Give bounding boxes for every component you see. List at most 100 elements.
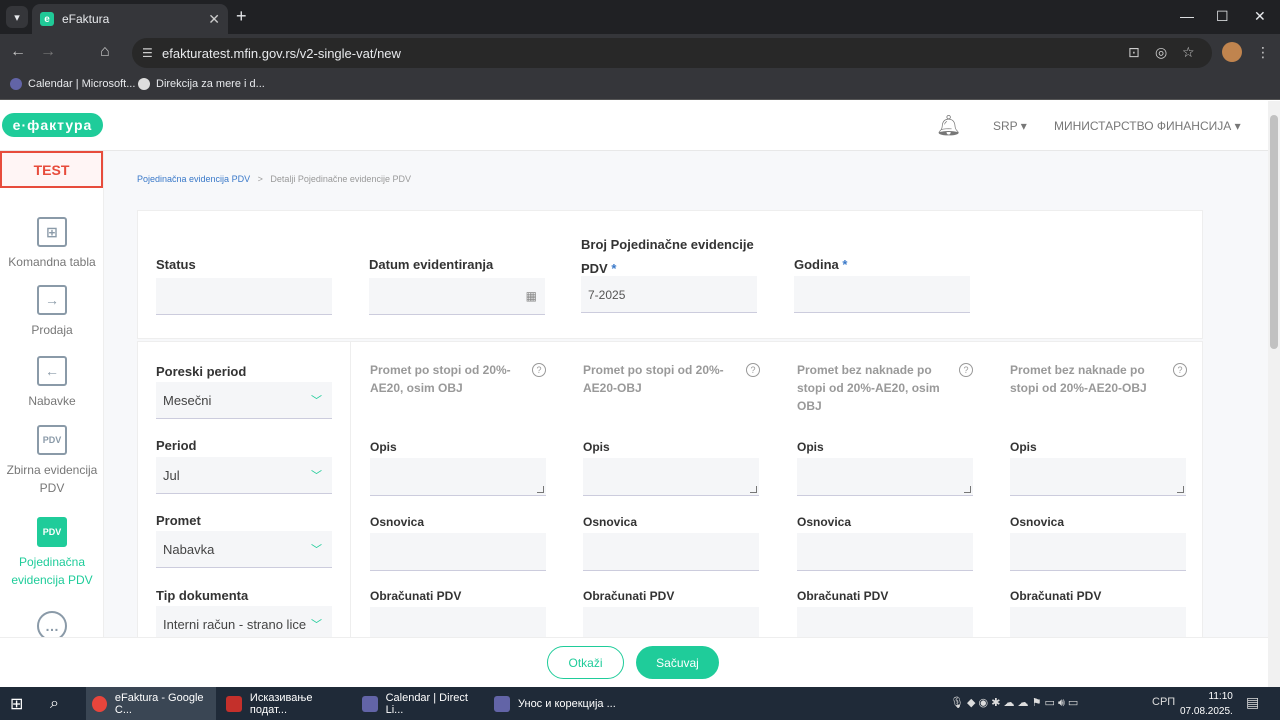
app-header: e·фактура 🔔︎ SRP ▾ МИНИСТАРСТВО ФИНАНСИЈ… <box>0 101 1268 151</box>
site-info-icon[interactable]: ☰ <box>142 46 153 60</box>
year-label: Godina * <box>794 257 847 272</box>
calendar-icon[interactable]: ▦ <box>526 289 537 303</box>
chrome-icon <box>92 695 107 712</box>
close-window-icon[interactable]: ✕ <box>1254 8 1266 25</box>
date-field[interactable]: ▦ <box>369 278 545 315</box>
required-mark: * <box>611 261 617 276</box>
cancel-button[interactable]: Otkaži <box>547 646 624 679</box>
doc-type-label: Tip dokumenta <box>156 588 249 603</box>
sidebar-item-label: Nabavke <box>28 394 76 408</box>
browser-menu-icon[interactable]: ⋮ <box>1256 44 1270 61</box>
help-icon[interactable]: ? <box>746 363 760 377</box>
help-icon[interactable]: ? <box>959 363 973 377</box>
description-textarea[interactable] <box>1010 458 1186 496</box>
sidebar-item-purchases[interactable]: ← Nabavke <box>0 356 104 410</box>
dashboard-icon: ⊞ <box>37 217 67 247</box>
maximize-icon[interactable]: ☐ <box>1216 8 1229 25</box>
description-label: Opis <box>797 440 824 454</box>
tray-icons[interactable]: 🎙︎ ◆ ◉ ✱ ☁ ☁ ⚑ ▭ 🔊︎ ▭ <box>950 696 1078 710</box>
forward-icon[interactable]: → <box>40 43 56 61</box>
tracking-protection-icon[interactable]: ◎ <box>1155 44 1167 61</box>
tax-period-select[interactable]: Mesečni ﹀ <box>156 382 332 419</box>
language-selector[interactable]: SRP ▾ <box>993 119 1027 133</box>
base-input[interactable] <box>370 533 546 571</box>
pdf-icon <box>226 695 242 712</box>
bookmark-star-icon[interactable]: ☆ <box>1182 44 1195 61</box>
taskbar-label: Calendar | Direct Li... <box>385 691 468 716</box>
taskbar-teams-entry[interactable]: Унос и корекција ... <box>488 687 618 720</box>
clock-date: 07.08.2025. <box>1180 706 1233 717</box>
base-input[interactable] <box>1010 533 1186 571</box>
organization-label: МИНИСТАРСТВО ФИНАНСИЈА <box>1054 119 1232 133</box>
browser-tab-strip: ▾ e eFaktura ✕ + — ☐ ✕ <box>0 0 1280 34</box>
sidebar-item-single-vat[interactable]: PDV Pojedinačna evidencija PDV <box>0 517 104 589</box>
windows-start-icon[interactable]: ⊞ <box>4 687 40 720</box>
browser-tab-efaktura[interactable]: e eFaktura ✕ <box>32 4 228 34</box>
turnover-select[interactable]: Nabavka ﹀ <box>156 531 332 568</box>
description-textarea[interactable] <box>583 458 759 496</box>
description-textarea[interactable] <box>370 458 546 496</box>
sidebar-item-dashboard[interactable]: ⊞ Komandna tabla <box>0 217 104 271</box>
description-label: Opis <box>583 440 610 454</box>
status-field[interactable] <box>156 278 332 315</box>
vat-label: Obračunati PDV <box>370 589 462 603</box>
new-tab-icon[interactable]: + <box>236 6 247 27</box>
status-label: Status <box>156 257 196 272</box>
base-input[interactable] <box>583 533 759 571</box>
taskbar-teams-calendar[interactable]: Calendar | Direct Li... <box>356 687 486 720</box>
sidebar-item-sales[interactable]: → Prodaja <box>0 285 104 339</box>
scrollbar-thumb[interactable] <box>1270 115 1278 349</box>
breadcrumb-current: Detalji Pojedinačne evidencije PDV <box>270 174 411 184</box>
minimize-icon[interactable]: — <box>1180 8 1194 24</box>
taskbar-chrome[interactable]: eFaktura - Google C... <box>86 687 216 720</box>
system-clock[interactable]: 11:10 07.08.2025. <box>1180 689 1233 719</box>
description-textarea[interactable] <box>797 458 973 496</box>
chevron-down-icon: ﹀ <box>311 395 322 407</box>
install-app-icon[interactable]: ⊡ <box>1128 44 1140 61</box>
sidebar: TEST ⊞ Komandna tabla → Prodaja ← Nabavk… <box>0 151 104 687</box>
help-icon[interactable]: ? <box>532 363 546 377</box>
tax-period-label: Poreski period <box>156 364 247 379</box>
column-title: Promet po stopi od 20%-AE20, osim OBJ <box>370 363 511 395</box>
efaktura-logo[interactable]: e·фактура <box>2 113 103 137</box>
tab-search-button[interactable]: ▾ <box>6 6 28 28</box>
search-icon[interactable]: ⌕ <box>44 687 80 720</box>
language-label: SRP <box>993 119 1018 133</box>
organization-selector[interactable]: МИНИСТАРСТВО ФИНАНСИЈА ▾ <box>1054 119 1241 133</box>
date-label: Datum evidentiranja <box>369 257 494 272</box>
site-icon <box>138 78 150 90</box>
save-button[interactable]: Sačuvaj <box>636 646 719 679</box>
chevron-down-icon: ﹀ <box>311 619 322 631</box>
base-label: Osnovica <box>370 515 425 529</box>
bell-icon[interactable]: 🔔︎ <box>936 113 961 138</box>
back-icon[interactable]: ← <box>10 43 26 61</box>
base-input[interactable] <box>797 533 973 571</box>
address-bar[interactable]: ☰ efakturatest.mfin.gov.rs/v2-single-vat… <box>132 38 1212 68</box>
sidebar-item-summary-vat[interactable]: PDV Zbirna evidencija PDV <box>0 425 104 497</box>
taskbar-pdf[interactable]: Исказивање подат... <box>220 687 352 720</box>
help-icon[interactable]: ? <box>1173 363 1187 377</box>
record-number-label-line2: PDV <box>581 261 608 276</box>
bookmark-label: Calendar | Microsoft... <box>28 78 136 90</box>
close-tab-icon[interactable]: ✕ <box>208 11 220 28</box>
input-language[interactable]: СРП <box>1152 696 1175 708</box>
bookmark-direkcija[interactable]: Direkcija za mere i d... <box>138 78 265 90</box>
vat-label: Obračunati PDV <box>797 589 889 603</box>
notifications-icon[interactable]: ▤ <box>1246 694 1259 711</box>
doc-type-value: Interni račun - strano lice <box>163 617 307 632</box>
description-label: Opis <box>370 440 397 454</box>
sidebar-item-label: Prodaja <box>31 323 73 337</box>
profile-avatar[interactable] <box>1222 42 1242 62</box>
home-icon[interactable]: ⌂ <box>100 43 110 61</box>
header-form-card: Status Datum evidentiranja ▦ Broj Pojedi… <box>137 210 1203 339</box>
browser-toolbar: ← → ⌂ ☰ efakturatest.mfin.gov.rs/v2-sing… <box>0 34 1280 72</box>
period-select[interactable]: Jul ﹀ <box>156 457 332 494</box>
sidebar-item-label: Zbirna evidencija PDV <box>6 463 98 495</box>
record-number-field[interactable]: 7-2025 <box>581 276 757 313</box>
page-scrollbar[interactable] <box>1268 101 1280 687</box>
teams-icon <box>10 78 22 90</box>
bookmark-calendar[interactable]: Calendar | Microsoft... <box>10 78 135 90</box>
breadcrumb-parent-link[interactable]: Pojedinačna evidencija PDV <box>137 174 250 184</box>
year-field[interactable] <box>794 276 970 313</box>
form-footer: Otkaži Sačuvaj <box>0 637 1268 687</box>
